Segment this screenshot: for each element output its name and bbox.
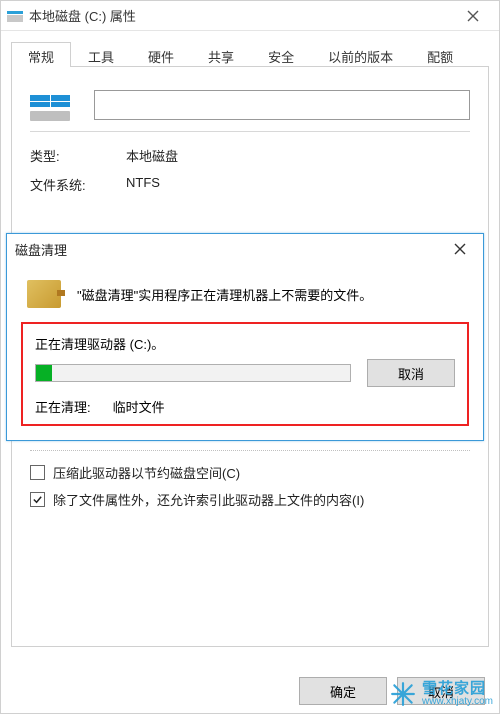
label-fs: 文件系统: [30,175,90,194]
snowflake-icon [390,681,416,707]
ok-button[interactable]: 确定 [299,677,387,705]
dialog-close-icon[interactable] [445,234,475,264]
progress-bar [35,364,351,382]
tab-hardware[interactable]: 硬件 [131,42,191,67]
tab-security[interactable]: 安全 [251,42,311,67]
drive-icon [7,10,23,22]
window-title: 本地磁盘 (C:) 属性 [29,6,453,25]
status-key: 正在清理: [35,397,91,416]
disk-cleanup-dialog: 磁盘清理 "磁盘清理"实用程序正在清理机器上不需要的文件。 正在清理驱动器 (C… [6,233,484,441]
watermark: 雪花家园 www.xhjaty.com [390,681,493,707]
tab-sharing[interactable]: 共享 [191,42,251,67]
dialog-cancel-button[interactable]: 取消 [367,359,455,387]
tab-strip: 常规 工具 硬件 共享 安全 以前的版本 配额 [11,41,489,67]
value-type: 本地磁盘 [126,146,178,165]
index-checkbox[interactable] [30,492,45,507]
index-label: 除了文件属性外，还允许索引此驱动器上文件的内容(I) [53,490,364,509]
drive-label-input[interactable] [94,90,470,120]
watermark-title: 雪花家园 [422,681,493,697]
watermark-url: www.xhjaty.com [422,697,493,708]
tab-quota[interactable]: 配额 [410,42,470,67]
compress-checkbox[interactable] [30,465,45,480]
progress-label: 正在清理驱动器 (C:)。 [35,334,455,353]
dialog-title: 磁盘清理 [15,240,445,259]
tab-tools[interactable]: 工具 [71,42,131,67]
status-value: 临时文件 [113,397,165,416]
highlight-box: 正在清理驱动器 (C:)。 取消 正在清理: 临时文件 [21,322,469,426]
broom-icon [27,280,61,308]
drive-large-icon [30,89,70,121]
tab-general[interactable]: 常规 [11,42,71,67]
label-type: 类型: [30,146,90,165]
tab-previous[interactable]: 以前的版本 [311,42,410,67]
dialog-message: "磁盘清理"实用程序正在清理机器上不需要的文件。 [77,285,372,304]
value-fs: NTFS [126,175,160,194]
compress-label: 压缩此驱动器以节约磁盘空间(C) [53,463,240,482]
close-icon[interactable] [453,1,493,31]
